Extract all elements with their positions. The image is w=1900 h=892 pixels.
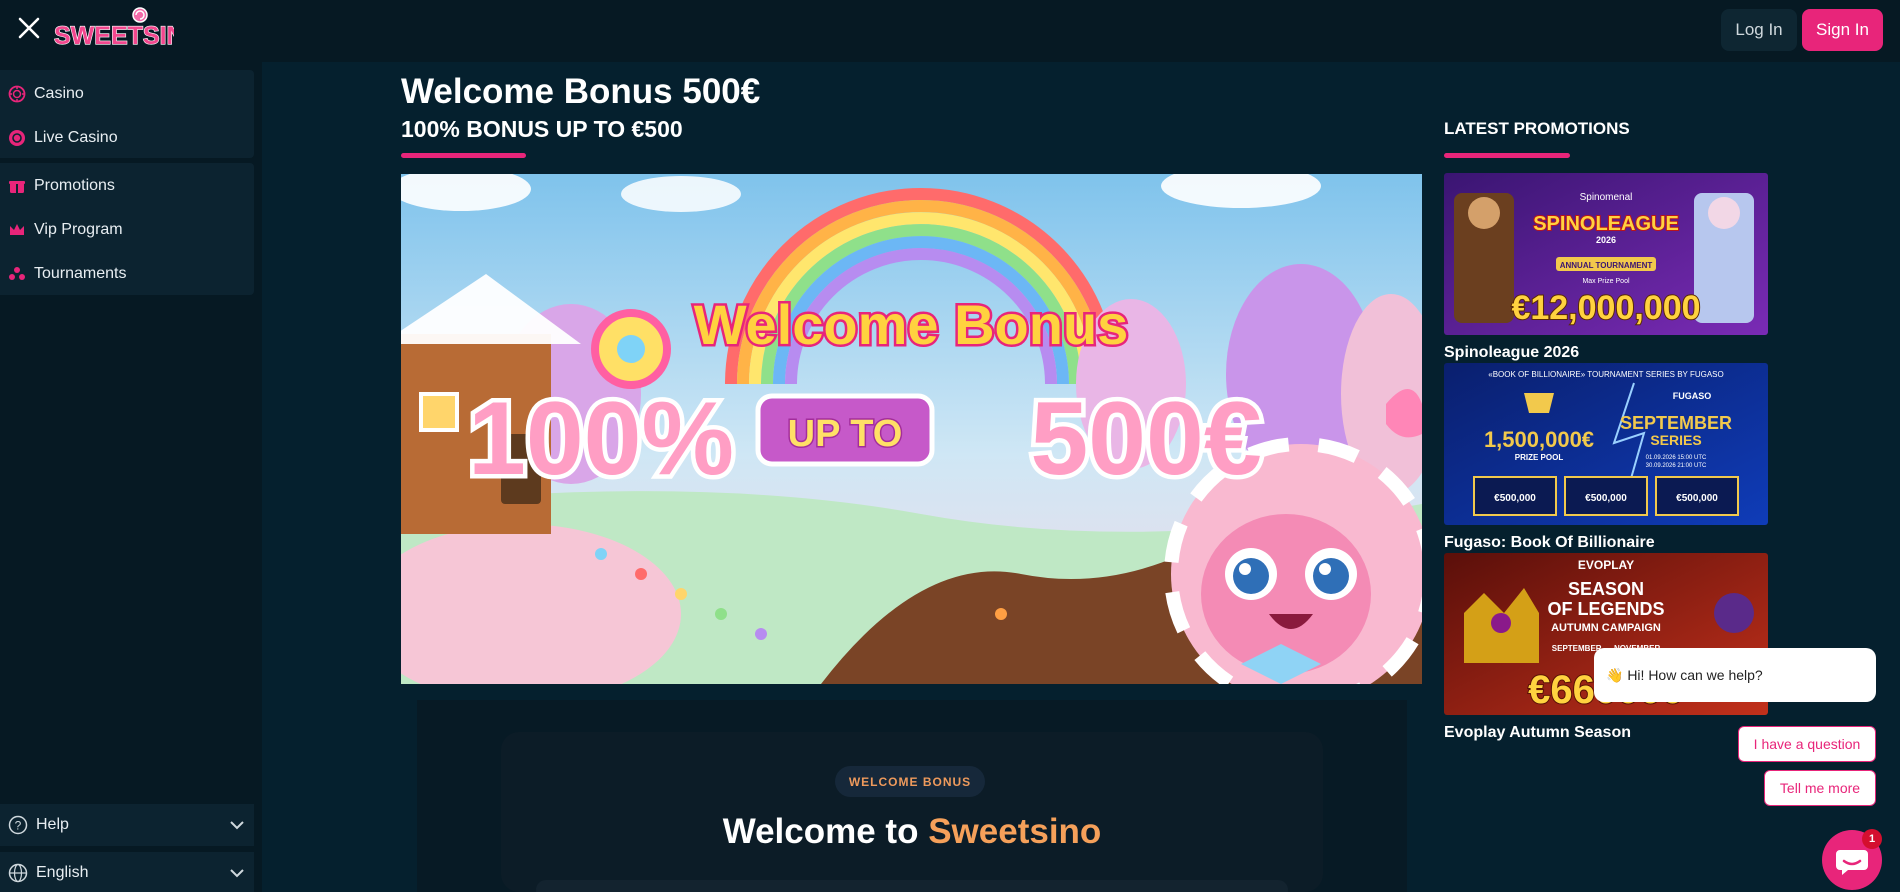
page-subtitle: 100% BONUS UP TO €500 — [401, 116, 683, 142]
sidebar-item-label: Live Casino — [34, 129, 118, 146]
promo-image-spinoleague[interactable]: Spinomenal SPINOLEAGUE 2026 ANNUAL TOURN… — [1444, 173, 1768, 335]
banner-upto: UP TO — [788, 413, 903, 455]
promo1-brand: Spinomenal — [1580, 192, 1633, 203]
chat-greeting-bubble: 👋 Hi! How can we help? — [1594, 648, 1876, 702]
promo2-top: «BOOK OF BILLIONAIRE» TOURNAMENT SERIES … — [1488, 370, 1723, 379]
page-title: Welcome Bonus 500€ — [401, 72, 761, 111]
sidebar-group-casino: Casino Live Casino — [0, 70, 254, 158]
promo-title-spinoleague[interactable]: Spinoleague 2026 — [1444, 344, 1579, 362]
welcome-bonus-banner: Welcome Bonus 100% UP TO 500€ — [401, 174, 1422, 684]
sidebar: Casino Live Casino Promotions Vip Progra… — [0, 62, 262, 892]
svg-text:SWEETSINO: SWEETSINO — [54, 22, 174, 50]
promo1-year: 2026 — [1596, 235, 1616, 245]
sidebar-item-label: Vip Program — [34, 221, 123, 238]
promo2-pool: 1,500,000€ — [1484, 427, 1594, 452]
banner-percent: 100% — [468, 381, 734, 497]
promo3-line2: OF LEGENDS — [1547, 599, 1664, 619]
gift-icon — [9, 181, 25, 193]
sidebar-item-label: Tournaments — [34, 265, 127, 282]
promo1-sub: ANNUAL TOURNAMENT — [1560, 261, 1653, 270]
promo2-brand: FUGASO — [1673, 391, 1712, 401]
globe-icon — [8, 863, 28, 883]
promo-title-evoplay[interactable]: Evoplay Autumn Season — [1444, 724, 1631, 742]
chat-unread-badge: 1 — [1862, 829, 1882, 849]
live-casino-icon — [9, 130, 25, 146]
chat-option-tell-more[interactable]: Tell me more — [1764, 770, 1876, 806]
promo1-title: SPINOLEAGUE — [1533, 213, 1679, 235]
banner-amount: 500€ — [1030, 381, 1261, 497]
chevron-down-icon — [230, 869, 244, 878]
sidebar-item-label: Casino — [34, 85, 84, 102]
promo3-brand: EVOPLAY — [1578, 558, 1634, 572]
promo2-dates1: 01.09.2026 15:00 UTC — [1646, 455, 1707, 461]
sidebar-item-vip-program[interactable]: Vip Program — [0, 210, 254, 250]
title-underline — [401, 153, 526, 158]
latest-promotions-heading: LATEST PROMOTIONS — [1444, 119, 1630, 138]
chat-option-question[interactable]: I have a question — [1738, 726, 1876, 762]
promo3-line1: SEASON — [1568, 579, 1644, 599]
promo2-series: SEPTEMBER — [1620, 413, 1732, 433]
signin-button[interactable]: Sign In — [1802, 9, 1883, 51]
promo2-prize-1: €500,000 — [1494, 493, 1536, 504]
banner-headline: Welcome Bonus — [694, 293, 1129, 356]
promo-image-fugaso[interactable]: «BOOK OF BILLIONAIRE» TOURNAMENT SERIES … — [1444, 363, 1768, 525]
tournament-icon — [9, 267, 25, 280]
promo2-prize-3: €500,000 — [1676, 493, 1718, 504]
promo2-series2: SERIES — [1650, 432, 1701, 448]
crown-icon — [10, 224, 24, 235]
sidebar-group-promotions: Promotions Vip Program Tournaments — [0, 163, 254, 295]
promo2-pool-label: PRIZE POOL — [1515, 453, 1564, 462]
promo2-dates2: 30.09.2026 21:00 UTC — [1646, 463, 1707, 469]
sidebar-item-label: Promotions — [34, 177, 115, 194]
promo3-line3: AUTUMN CAMPAIGN — [1551, 622, 1661, 634]
promo2-prize-2: €500,000 — [1585, 493, 1627, 504]
welcome-bonus-badge: WELCOME BONUS — [835, 766, 985, 797]
login-button[interactable]: Log In — [1721, 9, 1797, 51]
welcome-heading-prefix: Welcome to — [722, 812, 919, 851]
language-dropdown[interactable]: English — [0, 852, 254, 892]
welcome-heading: Welcome to Sweetsino — [0, 812, 1824, 852]
sidebar-item-promotions[interactable]: Promotions — [0, 166, 254, 206]
top-bar: SWEETSINO Log In Sign In — [0, 0, 1900, 62]
sweetsino-logo[interactable]: SWEETSINO — [52, 6, 205, 51]
sidebar-item-tournaments[interactable]: Tournaments — [0, 254, 254, 294]
close-icon[interactable] — [16, 15, 42, 41]
sidebar-item-live-casino[interactable]: Live Casino — [0, 118, 254, 158]
card-inner-bar — [536, 880, 1288, 892]
promo1-note: Max Prize Pool — [1582, 278, 1630, 285]
sidebar-item-casino[interactable]: Casino — [0, 74, 254, 114]
language-label: English — [36, 864, 89, 881]
promotions-underline — [1444, 153, 1570, 158]
promo1-amount: €12,000,000 — [1511, 289, 1700, 327]
welcome-heading-brand: Sweetsino — [928, 812, 1102, 851]
promo-title-fugaso[interactable]: Fugaso: Book Of Billionaire — [1444, 534, 1655, 552]
casino-chip-icon — [8, 85, 26, 103]
